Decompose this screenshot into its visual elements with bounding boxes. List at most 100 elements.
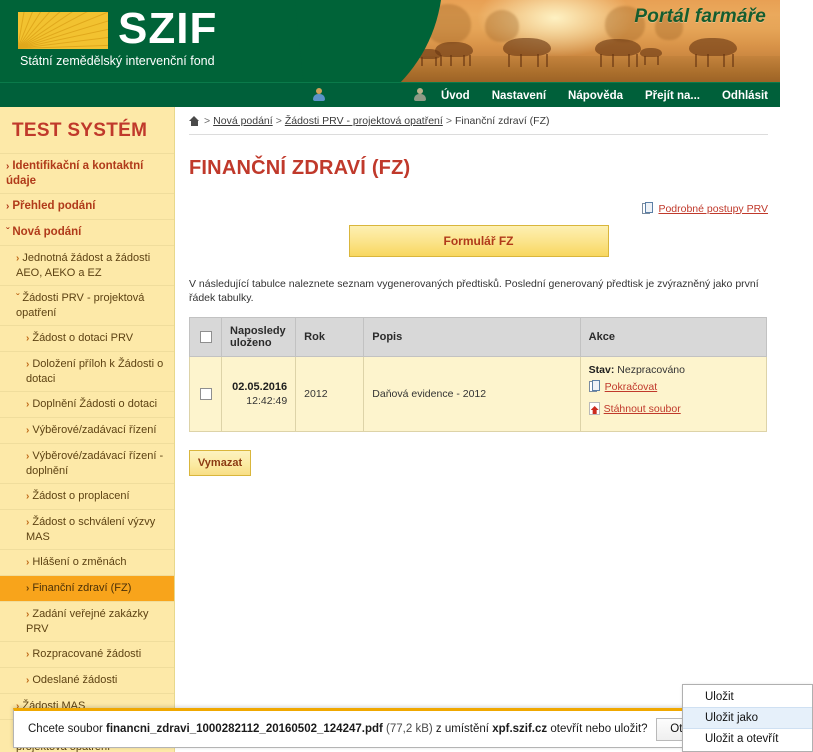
sidebar-item-label: Zadání veřejné zakázky PRV — [26, 608, 149, 635]
sidebar-title: TEST SYSTÉM — [12, 120, 148, 141]
body-wrapper: TEST SYSTÉM › Identifikační a kontaktní ú… — [0, 107, 780, 752]
row-stav: Stav: Nezpracováno — [589, 364, 758, 376]
chevron-right-icon: › — [26, 675, 30, 686]
stahnout-soubor-link[interactable]: Stáhnout soubor — [604, 403, 681, 415]
download-filesize: (77,2 kB) — [386, 723, 433, 735]
download-suffix: otevřít nebo uložit? — [550, 723, 648, 735]
vymazat-row: Vymazat — [189, 432, 768, 476]
sidebar-item-label: Výběrové/zadávací řízení — [32, 424, 157, 436]
menu-item-ulozit-a-otevrit[interactable]: Uložit a otevřít — [683, 729, 812, 749]
portal-title: Portál farmáře — [634, 6, 766, 27]
main-content: > Nová podání > Žádosti PRV - projektová… — [175, 107, 780, 707]
sidebar-item-15[interactable]: › Rozpracované žádosti — [0, 641, 174, 667]
nav-item-prejit-na[interactable]: Přejít na... — [645, 90, 700, 102]
sidebar-item-label: Doplnění Žádosti o dotaci — [32, 398, 158, 410]
sidebar-item-12[interactable]: › Hlášení o změnách — [0, 549, 174, 575]
sidebar-item-6[interactable]: › Doložení příloh k Žádosti o dotaci — [0, 351, 174, 391]
home-icon[interactable] — [189, 116, 200, 126]
breadcrumb: > Nová podání > Žádosti PRV - projektová… — [189, 107, 768, 135]
pokracovat-link[interactable]: Pokračovat — [605, 381, 658, 393]
column-header-rok: Rok — [295, 317, 365, 357]
download-message: Chcete soubor financni_zdravi_1000282112… — [28, 723, 648, 735]
save-dropdown-menu: Uložit Uložit jako Uložit a otevřít — [682, 684, 813, 752]
sidebar-item-label: Přehled podání — [12, 200, 96, 212]
row-checkbox[interactable] — [199, 388, 212, 401]
sidebar-item-label: Jednotná žádost a žádosti AEO, AEKO a EZ — [16, 252, 151, 279]
chevron-right-icon: › — [26, 399, 30, 410]
podrobne-postupy-link[interactable]: Podrobné postupy PRV — [658, 203, 768, 215]
nav-item-uvod[interactable]: Úvod — [441, 90, 470, 102]
document-icon — [588, 380, 601, 393]
logo-sunburst-icon — [18, 12, 108, 49]
sidebar-item-16[interactable]: › Odeslané žádosti — [0, 667, 174, 693]
chevron-right-icon: › — [26, 649, 30, 660]
sidebar-item-8[interactable]: › Výběrové/zadávací řízení — [0, 417, 174, 443]
sidebar-item-1[interactable]: › Přehled podání — [0, 193, 174, 219]
predtisky-table: Naposledy uloženo Rok Popis Akce 02.05.2… — [188, 317, 768, 432]
breadcrumb-separator-3: > — [445, 115, 452, 127]
chevron-right-icon: › — [26, 425, 30, 436]
sidebar-item-label: Žádost o proplacení — [32, 490, 130, 502]
menu-item-ulozit[interactable]: Uložit — [683, 687, 812, 707]
right-gutter — [780, 0, 813, 752]
nav-item-odhlasit[interactable]: Odhlásit — [722, 90, 768, 102]
breadcrumb-item-nova-podani[interactable]: Nová podání — [213, 115, 273, 127]
sidebar-item-label: Hlášení o změnách — [32, 556, 127, 568]
sidebar-item-2[interactable]: ˇ Nová podání — [0, 219, 174, 245]
sidebar-item-10[interactable]: › Žádost o proplacení — [0, 483, 174, 509]
chevron-right-icon: › — [26, 609, 30, 620]
user-profile-icon[interactable] — [413, 88, 427, 102]
sidebar-item-7[interactable]: › Doplnění Žádosti o dotaci — [0, 391, 174, 417]
logo-subtitle: Státní zemědělský intervenční fond — [20, 54, 215, 68]
postupy-row: Podrobné postupy PRV — [189, 188, 768, 221]
sidebar-item-label: Žádosti PRV - projektová opatření — [16, 292, 145, 319]
table-header-row: Naposledy uloženo Rok Popis Akce — [188, 317, 768, 357]
sidebar-item-3[interactable]: › Jednotná žádost a žádosti AEO, AEKO a E… — [0, 245, 174, 285]
chevron-right-icon: › — [26, 491, 30, 502]
menu-item-ulozit-jako[interactable]: Uložit jako — [683, 707, 812, 729]
row-date: 02.05.2016 — [232, 381, 288, 393]
row-stav-label: Stav: — [588, 364, 615, 376]
table-row: 02.05.2016 12:42:49 2012 Daňová evidence… — [188, 356, 768, 432]
sidebar-item-9[interactable]: › Výběrové/zadávací řízení - doplnění — [0, 443, 174, 483]
sidebar-item-label: Nová podání — [12, 226, 82, 238]
sidebar-item-14[interactable]: › Zadání veřejné zakázky PRV — [0, 601, 174, 641]
breadcrumb-separator-1: > — [204, 115, 211, 127]
sidebar-item-label: Žádost o schválení výzvy MAS — [26, 516, 156, 543]
column-header-naposledy-ulozeno: Naposledy uloženo — [221, 317, 297, 357]
sidebar-item-0[interactable]: › Identifikační a kontaktní údaje — [0, 153, 174, 193]
sidebar-item-label: Rozpracované žádosti — [32, 648, 142, 660]
table-header: Naposledy uloženo Rok Popis Akce — [188, 317, 768, 357]
row-date-cell: 02.05.2016 12:42:49 — [221, 356, 297, 432]
nav-item-napoveda[interactable]: Nápověda — [568, 90, 623, 102]
document-icon — [642, 202, 654, 215]
sidebar-item-list: › Identifikační a kontaktní údaje › Přehled… — [0, 153, 174, 752]
download-domain: xpf.szif.cz — [492, 723, 548, 735]
sidebar-item-11[interactable]: › Žádost o schválení výzvy MAS — [0, 509, 174, 549]
sidebar-item-13[interactable]: › Finanční zdraví (FZ) — [0, 575, 174, 601]
row-rok: 2012 — [295, 356, 365, 432]
chevron-down-icon: ˇ — [16, 293, 20, 304]
download-filename: financni_zdravi_1000282112_20160502_1242… — [106, 723, 383, 735]
select-all-checkbox[interactable] — [199, 331, 212, 344]
sidebar-item-4[interactable]: ˇ Žádosti PRV - projektová opatření — [0, 285, 174, 325]
chevron-right-icon: › — [26, 583, 30, 594]
chevron-right-icon: › — [26, 517, 30, 528]
page-root: Portál farmáře SZIF Státní zemědělský in… — [0, 0, 813, 752]
user-account-icon[interactable] — [312, 88, 326, 102]
formular-fz-button[interactable]: Formulář FZ — [348, 225, 609, 257]
vymazat-button[interactable]: Vymazat — [189, 450, 251, 476]
column-header-popis: Popis — [363, 317, 581, 357]
sidebar-item-label: Výběrové/zadávací řízení - doplnění — [26, 450, 164, 477]
nav-item-nastaveni[interactable]: Nastavení — [492, 90, 546, 102]
row-time: 12:42:49 — [246, 395, 288, 407]
column-header-select — [188, 317, 223, 357]
chevron-right-icon: › — [26, 359, 30, 370]
sidebar-item-5[interactable]: › Žádost o dotaci PRV — [0, 325, 174, 351]
sidebar-item-label: Žádost o dotaci PRV — [32, 332, 134, 344]
chevron-right-icon: › — [26, 557, 30, 568]
row-akce-cell: Stav: Nezpracováno Pokračovat Stáhnout s… — [579, 356, 768, 432]
page-title: FINANČNÍ ZDRAVÍ (FZ) — [189, 157, 411, 179]
sidebar-item-label: Odeslané žádosti — [32, 674, 118, 686]
breadcrumb-item-zadosti-prv[interactable]: Žádosti PRV - projektová opatření — [285, 115, 443, 127]
